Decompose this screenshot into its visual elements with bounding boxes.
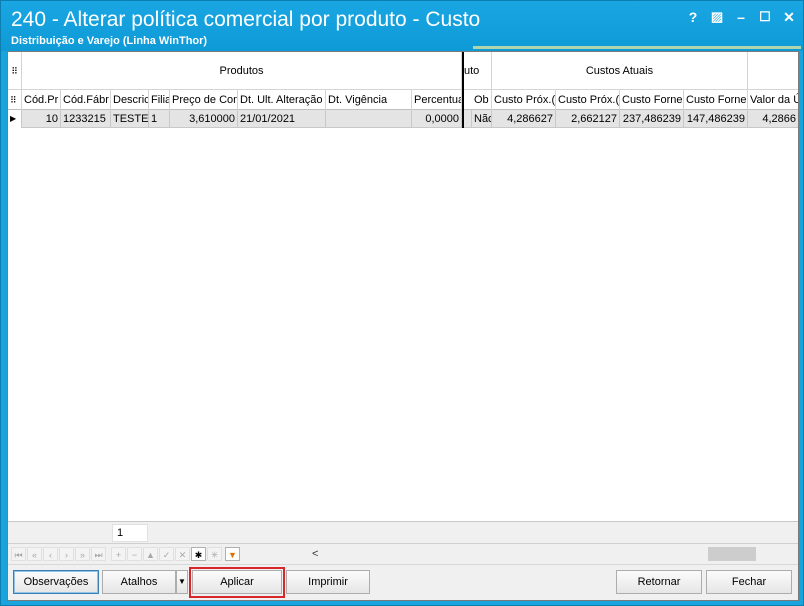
column-header[interactable]: Custo Forne [684,90,748,110]
prev-page-icon[interactable]: « [27,547,42,561]
band-header-produtos[interactable]: Produtos [22,52,462,90]
column-header[interactable]: Valor da Ú [748,90,798,110]
table-cell[interactable]: 1 [149,110,170,128]
grid-navigator: ⏮ « ‹ › » ⏭ + − ▲ ✓ ✕ ✱ ✳ ▼ < [8,544,798,564]
prev-icon[interactable]: ‹ [43,547,58,561]
column-header[interactable]: Percentual [412,90,462,110]
table-row[interactable]: ▶ 10 1233215 TESTES 1 3,610000 21/01/202… [8,110,798,128]
restore-icon[interactable]: ▨ [707,7,727,27]
table-cell[interactable]: 2,662127 [556,110,620,128]
client-area: ⠿ Produtos uto Custos Atuais ⠿ Cód.Pr Có… [7,51,799,601]
first-page-icon[interactable]: ⏮ [11,547,26,561]
column-header[interactable]: Ob [472,90,492,110]
scroll-thumb[interactable] [708,547,756,561]
column-header[interactable]: Cód.Pr [22,90,61,110]
table-cell[interactable]: 3,610000 [170,110,238,128]
column-header[interactable]: Custo Forne [620,90,684,110]
table-cell[interactable]: 147,486239 [684,110,748,128]
filter-icon[interactable]: ▼ [225,547,240,561]
cancel-icon[interactable]: ✕ [175,547,190,561]
title-bar[interactable]: 240 - Alterar política comercial por pro… [1,1,803,51]
table-cell[interactable] [464,110,472,128]
title-accent-line [473,46,801,49]
window-title: 240 - Alterar política comercial por pro… [11,8,481,31]
column-header[interactable]: Dt. Ult. Alteração [238,90,326,110]
delete-icon[interactable]: − [127,547,142,561]
grid-footer: 1 [8,522,798,544]
close-button[interactable]: ✕ [779,7,799,27]
app-window: 240 - Alterar política comercial por pro… [0,0,804,606]
column-splitter[interactable] [462,52,464,128]
maximize-button[interactable]: ☐ [755,7,775,27]
grid-band-row: ⠿ Produtos uto Custos Atuais [8,52,798,90]
atalhos-dropdown-icon[interactable]: ▼ [176,570,188,594]
table-cell[interactable]: 4,2866 [748,110,798,128]
column-header[interactable]: Dt. Vigência [326,90,412,110]
scroll-left-icon[interactable]: < [312,546,318,562]
next-icon[interactable]: › [59,547,74,561]
table-cell[interactable]: TESTES [111,110,149,128]
minimize-button[interactable]: – [731,7,751,27]
column-header[interactable]: Preço de Com [170,90,238,110]
bookmark-icon[interactable]: ✳ [207,547,222,561]
edit-icon[interactable]: ▲ [143,547,158,561]
table-cell[interactable] [326,110,412,128]
fechar-button[interactable]: Fechar [706,570,792,594]
column-header[interactable]: Descric [111,90,149,110]
horizontal-scrollbar[interactable]: < [308,546,796,562]
insert-icon[interactable]: + [111,547,126,561]
aplicar-button[interactable]: Aplicar [192,570,282,594]
column-header[interactable]: Custo Próx.( [556,90,620,110]
data-grid[interactable]: ⠿ Produtos uto Custos Atuais ⠿ Cód.Pr Có… [8,52,798,522]
band-header-custo[interactable]: uto [464,52,492,90]
button-bar: Observações Atalhos ▼ Aplicar Imprimir R… [8,564,798,600]
next-page-icon[interactable]: » [75,547,90,561]
band-header-custos-atuais[interactable]: Custos Atuais [492,52,748,90]
table-cell[interactable]: 1233215 [61,110,111,128]
help-button[interactable]: ? [683,7,703,27]
column-header[interactable]: Custo Próx.( [492,90,556,110]
column-header[interactable]: Filia [149,90,170,110]
retornar-button[interactable]: Retornar [616,570,702,594]
table-cell[interactable]: 0,0000 [412,110,462,128]
table-cell[interactable]: Não [472,110,492,128]
last-page-icon[interactable]: ⏭ [91,547,106,561]
table-cell[interactable]: 21/01/2021 [238,110,326,128]
table-cell[interactable]: 10 [22,110,61,128]
band-header-extra[interactable] [748,52,798,90]
table-cell[interactable]: 237,486239 [620,110,684,128]
grid-header-row: ⠿ Cód.Pr Cód.Fábr Descric Filia Preço de… [8,90,798,110]
window-subtitle: Distribuição e Varejo (Linha WinThor) [11,35,208,47]
grid-menu-icon[interactable]: ⠿ [8,52,22,90]
record-count: 1 [112,524,148,542]
column-header[interactable]: Cód.Fábr [61,90,111,110]
post-icon[interactable]: ✓ [159,547,174,561]
row-indicator-header-icon[interactable]: ⠿ [8,90,22,110]
table-cell[interactable]: 4,286627 [492,110,556,128]
refresh-icon[interactable]: ✱ [191,547,206,561]
observacoes-button[interactable]: Observações [13,570,99,594]
imprimir-button[interactable]: Imprimir [286,570,370,594]
row-indicator-icon: ▶ [8,110,22,128]
atalhos-button[interactable]: Atalhos [102,570,176,594]
